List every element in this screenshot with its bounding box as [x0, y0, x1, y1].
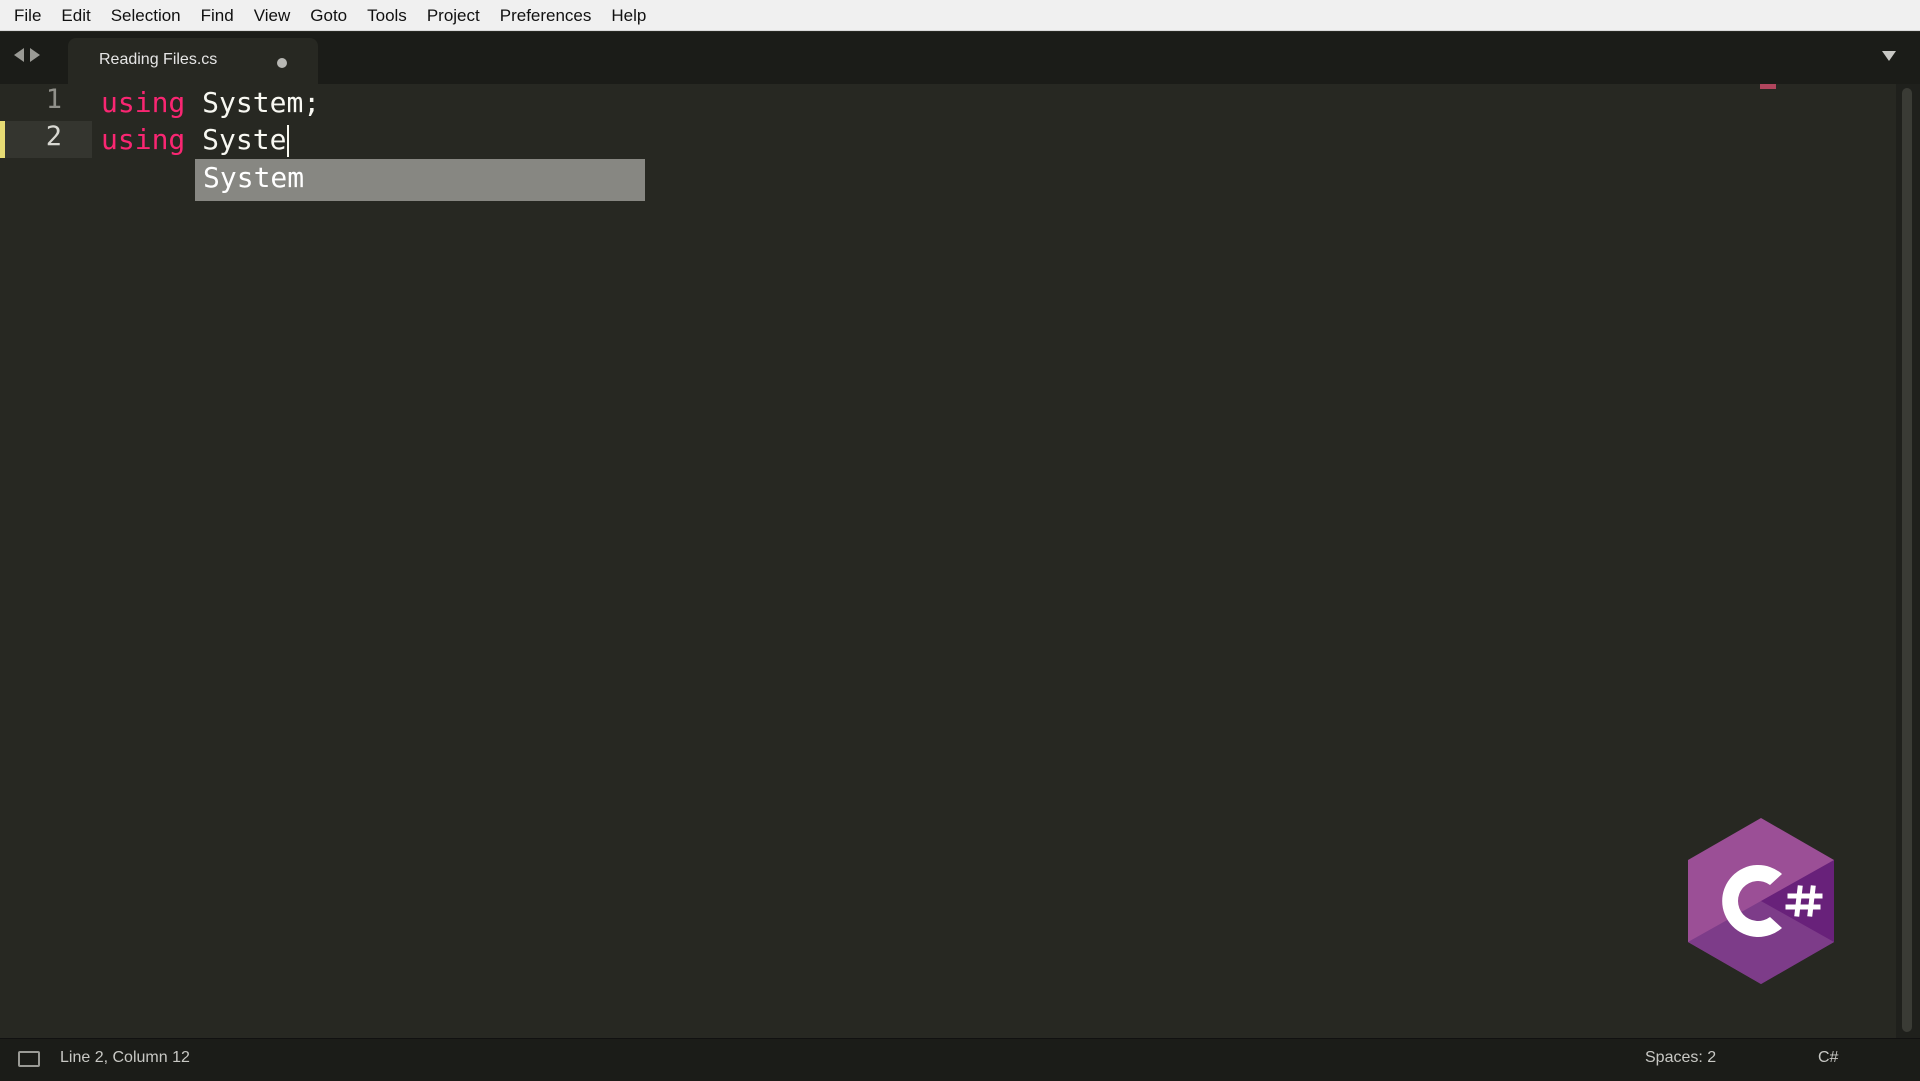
arrow-left-icon[interactable]: [14, 48, 24, 62]
status-bar: Line 2, Column 12 Spaces: 2 C#: [0, 1038, 1920, 1081]
tab-list-dropdown-icon[interactable]: [1882, 51, 1896, 61]
menu-edit[interactable]: Edit: [51, 0, 100, 31]
menu-selection[interactable]: Selection: [101, 0, 191, 31]
menu-tools[interactable]: Tools: [357, 0, 417, 31]
tab-reading-files[interactable]: Reading Files.cs: [68, 38, 318, 84]
autocomplete-popup: System: [195, 159, 645, 201]
arrow-right-icon[interactable]: [30, 48, 40, 62]
syntax-selector[interactable]: C#: [1818, 1049, 1838, 1067]
menu-bar: File Edit Selection Find View Goto Tools…: [0, 0, 1920, 31]
code-editor[interactable]: 1 2 using System; using Syste System: [0, 84, 1896, 1038]
csharp-logo-icon: [1688, 818, 1834, 984]
code-token: Syste: [202, 123, 287, 156]
menu-goto[interactable]: Goto: [300, 0, 357, 31]
menu-file[interactable]: File: [4, 0, 51, 31]
text-caret: [287, 125, 290, 157]
keyword-token: using: [101, 123, 186, 156]
code-token: System;: [202, 86, 321, 119]
indentation-setting[interactable]: Spaces: 2: [1645, 1049, 1716, 1067]
line-gutter: 1 2: [0, 84, 92, 1038]
code-line[interactable]: using Syste: [101, 121, 290, 158]
unsaved-dot-icon[interactable]: [277, 58, 287, 68]
cursor-position: Line 2, Column 12: [60, 1049, 190, 1066]
scrollbar-thumb[interactable]: [1902, 88, 1912, 1032]
tab-navigation: [14, 48, 40, 62]
line-number: 1: [45, 84, 62, 115]
menu-help[interactable]: Help: [601, 0, 656, 31]
menu-project[interactable]: Project: [417, 0, 490, 31]
menu-find[interactable]: Find: [191, 0, 244, 31]
menu-preferences[interactable]: Preferences: [490, 0, 602, 31]
autocomplete-item[interactable]: System: [203, 161, 304, 194]
keyword-token: using: [101, 86, 186, 119]
vertical-scrollbar[interactable]: [1896, 84, 1920, 1038]
tab-bar: Reading Files.cs: [0, 32, 1920, 84]
code-line[interactable]: using System;: [101, 84, 320, 121]
tab-title: Reading Files.cs: [99, 51, 218, 68]
line-number: 2: [45, 121, 62, 152]
minimap-marker: [1760, 84, 1776, 89]
panel-toggle-icon[interactable]: [18, 1051, 40, 1067]
modified-line-marker: [0, 121, 5, 158]
menu-view[interactable]: View: [244, 0, 301, 31]
